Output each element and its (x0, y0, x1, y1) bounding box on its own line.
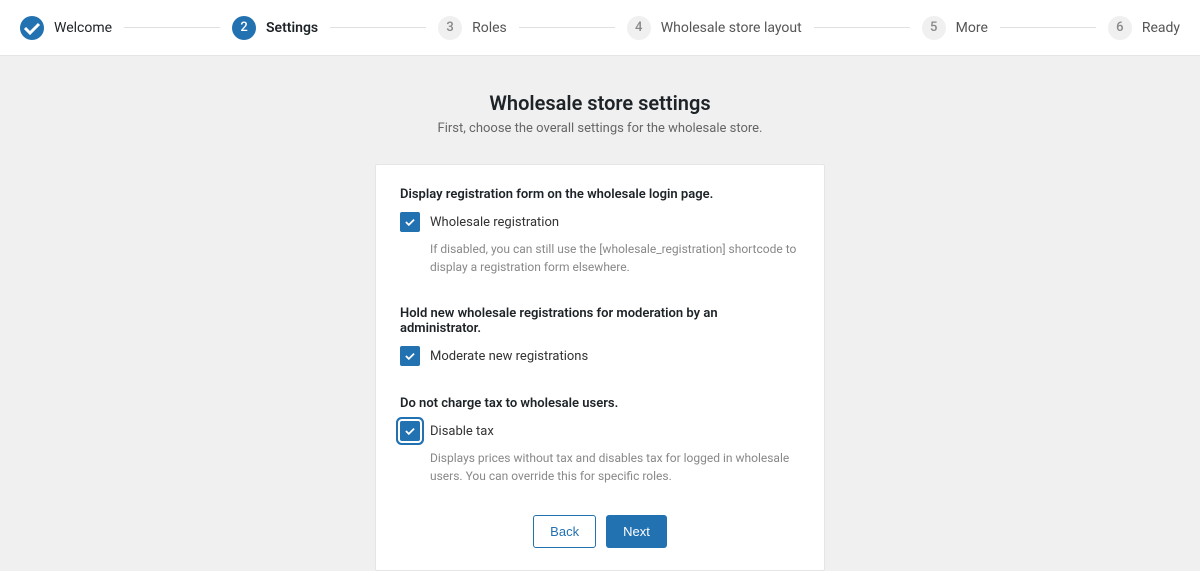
step-number: 6 (1108, 16, 1132, 40)
check-icon (20, 16, 44, 40)
page-title: Wholesale store settings (489, 91, 710, 115)
step-number: 3 (438, 16, 462, 40)
setting-tax: Do not charge tax to wholesale users. Di… (400, 396, 800, 485)
step-label: Settings (266, 20, 318, 36)
step-label: More (956, 20, 988, 36)
moderate-registrations-checkbox[interactable] (400, 346, 420, 366)
setting-heading: Hold new wholesale registrations for mod… (400, 306, 800, 336)
next-button[interactable]: Next (606, 515, 667, 548)
step-number: 4 (627, 16, 651, 40)
page-subtitle: First, choose the overall settings for t… (438, 121, 763, 136)
step-label: Ready (1142, 20, 1180, 36)
setting-registration: Display registration form on the wholesa… (400, 187, 800, 276)
step-label: Welcome (54, 20, 112, 36)
checkbox-row: Wholesale registration (400, 212, 800, 232)
step-ready[interactable]: 6 Ready (1108, 16, 1180, 40)
check-icon (403, 215, 417, 229)
checkbox-label[interactable]: Disable tax (430, 424, 494, 439)
action-buttons: Back Next (400, 515, 800, 548)
step-connector (1000, 27, 1096, 28)
wholesale-registration-checkbox[interactable] (400, 212, 420, 232)
step-connector (814, 27, 910, 28)
disable-tax-checkbox[interactable] (400, 421, 420, 441)
step-connector (519, 27, 615, 28)
step-label: Wholesale store layout (661, 20, 802, 36)
step-welcome[interactable]: Welcome (20, 16, 112, 40)
setting-heading: Display registration form on the wholesa… (400, 187, 800, 202)
step-connector (330, 27, 426, 28)
checkbox-row: Moderate new registrations (400, 346, 800, 366)
setting-heading: Do not charge tax to wholesale users. (400, 396, 800, 411)
help-text: If disabled, you can still use the [whol… (430, 240, 800, 276)
step-more[interactable]: 5 More (922, 16, 988, 40)
back-button[interactable]: Back (533, 515, 596, 548)
step-label: Roles (472, 20, 507, 36)
check-icon (403, 349, 417, 363)
step-settings[interactable]: 2 Settings (232, 16, 318, 40)
step-layout[interactable]: 4 Wholesale store layout (627, 16, 802, 40)
step-connector (124, 27, 220, 28)
checkbox-label[interactable]: Moderate new registrations (430, 349, 588, 364)
settings-card: Display registration form on the wholesa… (375, 164, 825, 571)
check-icon (403, 424, 417, 438)
step-roles[interactable]: 3 Roles (438, 16, 507, 40)
checkbox-label[interactable]: Wholesale registration (430, 215, 559, 230)
step-number: 2 (232, 16, 256, 40)
wizard-stepper: Welcome 2 Settings 3 Roles 4 Wholesale s… (0, 0, 1200, 56)
setting-moderation: Hold new wholesale registrations for mod… (400, 306, 800, 366)
main-content: Wholesale store settings First, choose t… (0, 56, 1200, 571)
checkbox-row: Disable tax (400, 421, 800, 441)
help-text: Displays prices without tax and disables… (430, 449, 800, 485)
step-number: 5 (922, 16, 946, 40)
